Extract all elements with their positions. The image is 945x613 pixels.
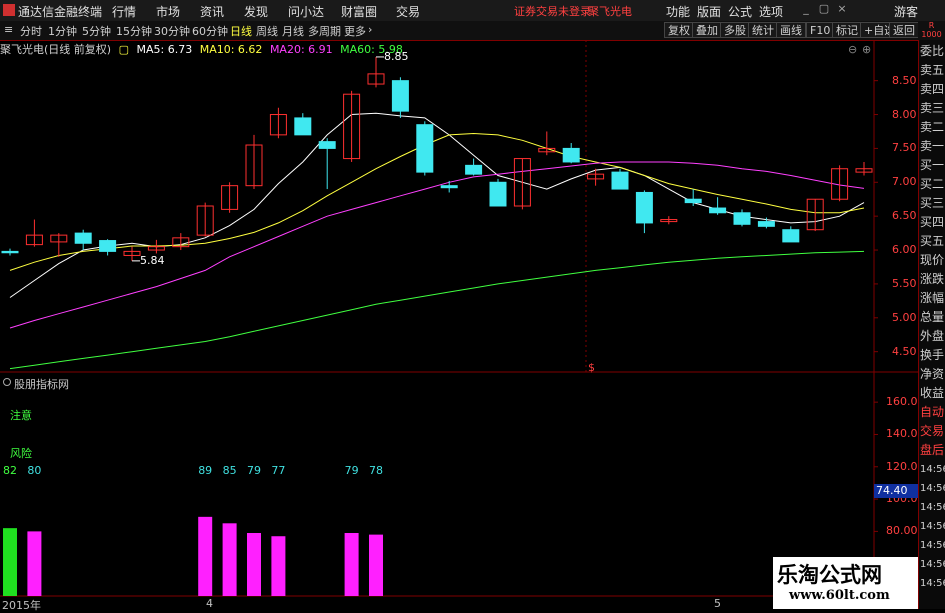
y-tick-label: 4.50 xyxy=(892,344,917,358)
sidebar-item[interactable]: 涨幅 xyxy=(920,290,945,307)
sidebar-item[interactable]: 交易 xyxy=(920,423,945,440)
sidebar-item[interactable]: 14:56 xyxy=(920,556,945,573)
y-tick-label: 7.50 xyxy=(892,141,917,155)
x-tick-april: 4 xyxy=(206,597,213,610)
candle-body xyxy=(465,164,483,175)
watermark-title: 乐淘公式网 xyxy=(777,563,882,587)
current-value-box: 74.40 xyxy=(874,484,918,498)
ma10-line xyxy=(9,132,865,271)
sidebar-item[interactable]: 14:56 xyxy=(920,461,945,478)
candle-body xyxy=(74,232,92,244)
x-tick-2015: 2015年 xyxy=(2,599,41,612)
sidebar-item[interactable]: 现价 xyxy=(920,252,945,269)
candle-body xyxy=(318,141,336,149)
indicator-bar xyxy=(27,531,42,596)
candle-body xyxy=(562,147,580,163)
corner-badge: R 1000 xyxy=(918,21,945,40)
indicator-title[interactable]: 股朋指标网 xyxy=(14,376,69,392)
candle-body xyxy=(782,229,800,243)
sidebar-item[interactable]: 外盘 xyxy=(920,328,945,345)
indicator-settings-icon[interactable] xyxy=(3,378,11,386)
sidebar-item[interactable]: 换手 xyxy=(920,347,945,364)
indicator-bar xyxy=(222,523,237,596)
candle-body xyxy=(733,212,751,225)
sidebar-item[interactable]: 收益 xyxy=(920,385,945,402)
candle-body xyxy=(684,198,702,204)
sidebar-item[interactable]: 卖四 xyxy=(920,81,945,98)
candle-body xyxy=(99,240,117,252)
watermark-url: www.60lt.com xyxy=(789,588,890,603)
indicator-bar xyxy=(3,528,17,596)
sidebar-item[interactable]: 卖五 xyxy=(920,62,945,79)
candle-body xyxy=(757,221,775,227)
sidebar-item[interactable]: 卖一 xyxy=(920,138,945,155)
sidebar-item[interactable]: 净资 xyxy=(920,366,945,383)
sidebar-item[interactable]: 总量 xyxy=(920,309,945,326)
sidebar-item[interactable]: 买五 xyxy=(920,233,945,250)
sidebar-item[interactable]: 卖二 xyxy=(920,119,945,136)
candle-body xyxy=(416,124,434,173)
sidebar-item[interactable]: 14:56 xyxy=(920,537,945,554)
candle-body xyxy=(635,191,653,224)
quote-sidebar: 委比卖五卖四卖三卖二卖一买一买二买三买四买五现价涨跌涨幅总量外盘换手净资收益自动… xyxy=(918,40,945,609)
price-annotation: 5.84 xyxy=(140,253,165,267)
sidebar-item[interactable]: 卖三 xyxy=(920,100,945,117)
cursor-marker: $ xyxy=(588,361,595,374)
indicator-value-label: 77 xyxy=(271,464,286,477)
y-tick-label: 5.00 xyxy=(892,310,917,324)
kline-chart[interactable] xyxy=(0,0,918,609)
candle-body xyxy=(294,117,312,136)
sidebar-item[interactable]: 14:56 xyxy=(920,480,945,497)
y-tick-label: 5.50 xyxy=(892,276,917,290)
ma20-line xyxy=(9,161,865,329)
sidebar-item[interactable]: 买四 xyxy=(920,214,945,231)
sidebar-item[interactable]: 涨跌 xyxy=(920,271,945,288)
y-tick-label: 7.00 xyxy=(892,175,917,189)
candle-body xyxy=(1,250,19,254)
ma5-line xyxy=(9,112,865,298)
y-tick-label: 6.50 xyxy=(892,209,917,223)
y-tick-label: 8.50 xyxy=(892,73,917,87)
indicator-value-label: 80 xyxy=(27,464,42,477)
note-label: 注意 xyxy=(10,409,32,422)
sidebar-item[interactable]: 委比 xyxy=(920,43,945,60)
sidebar-item[interactable]: 14:56 xyxy=(920,499,945,516)
sidebar-item[interactable]: 自动 xyxy=(920,404,945,421)
sidebar-item[interactable]: 14:56 xyxy=(920,575,945,592)
expand-icon[interactable]: ⊕ xyxy=(862,43,871,56)
sidebar-item[interactable]: 14:56 xyxy=(920,518,945,535)
y-tick-label: 8.00 xyxy=(892,107,917,121)
risk-label: 风险 xyxy=(10,447,32,460)
sub-y-tick-label: 80.00 xyxy=(886,524,918,538)
watermark: 乐淘公式网 www.60lt.com xyxy=(773,557,918,609)
indicator-bar xyxy=(247,533,261,596)
candle-body xyxy=(611,171,629,190)
candle-body xyxy=(709,207,727,214)
candle-body xyxy=(440,185,458,189)
x-tick-may: 5 xyxy=(714,597,721,610)
zoom-out-icon[interactable]: ⊖ xyxy=(848,43,857,56)
indicator-bar xyxy=(344,533,359,596)
y-tick-label: 6.00 xyxy=(892,243,917,257)
candle-body xyxy=(489,181,507,207)
sidebar-item[interactable]: 买三 xyxy=(920,195,945,212)
indicator-bar xyxy=(369,534,383,596)
price-annotation: 8.85 xyxy=(384,49,409,63)
indicator-bar xyxy=(271,536,286,596)
ma60-line xyxy=(9,250,865,370)
sidebar-item[interactable]: 盘后 xyxy=(920,442,945,459)
indicator-bar xyxy=(198,516,213,596)
sidebar-item[interactable]: 买二 xyxy=(920,176,945,193)
sidebar-item[interactable]: 买一 xyxy=(920,157,945,174)
indicator-value-label: 78 xyxy=(369,464,383,477)
candle-body xyxy=(391,80,409,112)
